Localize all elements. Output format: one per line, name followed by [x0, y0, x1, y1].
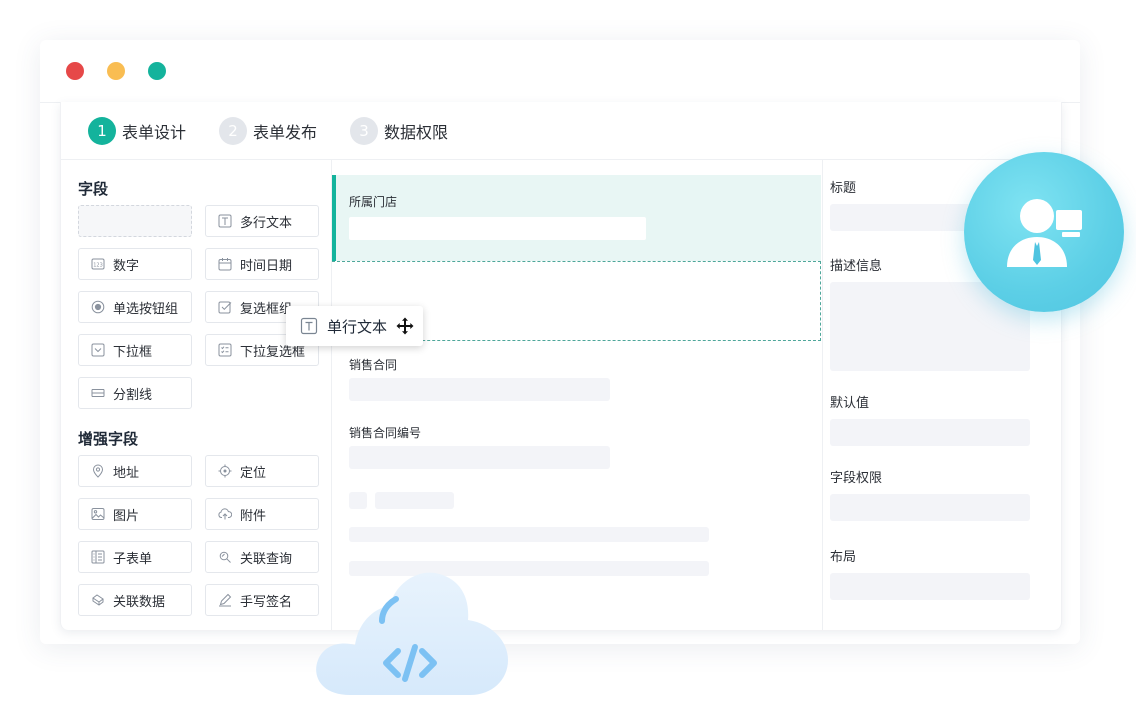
step-bar: 1 表单设计 2 表单发布 3 数据权限 [61, 102, 1061, 160]
field-label: 复选框组 [240, 301, 293, 317]
form-designer-panel: 1 表单设计 2 表单发布 3 数据权限 字段 多行文本 123 数字 时间日期 [60, 102, 1062, 630]
property-description-label: 描述信息 [830, 259, 883, 274]
dragging-field-chip[interactable]: 单行文本 [286, 306, 423, 346]
placeholder-text [375, 492, 454, 509]
radio-icon [91, 300, 105, 314]
step-label: 数据权限 [384, 123, 449, 142]
step-form-design[interactable]: 1 表单设计 [88, 117, 186, 145]
close-window-button[interactable] [66, 62, 84, 80]
field-attachment[interactable]: 附件 [205, 498, 319, 530]
property-layout-input[interactable] [830, 573, 1030, 600]
multiline-text-icon [218, 214, 232, 228]
field-multiline-text[interactable]: 多行文本 [205, 205, 319, 237]
user-avatar-badge [964, 152, 1124, 312]
field-label: 子表单 [113, 551, 153, 567]
property-default-input[interactable] [830, 419, 1030, 446]
step-form-publish[interactable]: 2 表单发布 [219, 117, 317, 145]
field-label: 图片 [113, 508, 140, 524]
crosshair-icon [218, 464, 232, 478]
field-contract-no-input[interactable] [349, 446, 610, 469]
field-label: 单选按钮组 [113, 301, 179, 317]
svg-text:123: 123 [93, 263, 103, 269]
field-label: 分割线 [113, 387, 153, 403]
user-computer-icon [1007, 199, 1082, 267]
pen-icon [218, 593, 232, 607]
enhanced-section-title: 增强字段 [78, 430, 139, 448]
property-permission-label: 字段权限 [830, 471, 883, 486]
calendar-icon [218, 257, 232, 271]
step-number: 2 [219, 117, 247, 145]
step-label: 表单设计 [122, 123, 187, 142]
field-link-data[interactable]: 关联数据 [78, 584, 192, 616]
field-palette: 字段 多行文本 123 数字 时间日期 单选按钮组 复选框组 下拉框 下拉复选框… [61, 160, 332, 630]
field-label: 关联查询 [240, 551, 293, 567]
link-query-icon [218, 550, 232, 564]
drag-chip-label: 单行文本 [327, 317, 388, 336]
placeholder-checkbox [349, 492, 367, 509]
field-store-input[interactable] [349, 217, 646, 240]
number-icon: 123 [91, 257, 105, 271]
field-store-label: 所属门店 [349, 195, 398, 209]
move-cursor-icon [396, 317, 414, 335]
field-contract-label: 销售合同 [349, 358, 398, 372]
field-label: 数字 [113, 258, 140, 274]
field-radio-group[interactable]: 单选按钮组 [78, 291, 192, 323]
field-contract-input[interactable] [349, 378, 610, 401]
property-permission-input[interactable] [830, 494, 1030, 521]
field-positioning[interactable]: 定位 [205, 455, 319, 487]
field-label: 下拉框 [113, 344, 153, 360]
field-divider[interactable]: 分割线 [78, 377, 192, 409]
dropdown-icon [91, 343, 105, 357]
property-default-label: 默认值 [830, 396, 870, 411]
title-bar [40, 40, 1080, 103]
divider-icon [91, 386, 105, 400]
subform-icon [91, 550, 105, 564]
field-signature[interactable]: 手写签名 [205, 584, 319, 616]
step-number: 1 [88, 117, 116, 145]
field-address[interactable]: 地址 [78, 455, 192, 487]
upload-cloud-icon [218, 507, 232, 521]
field-label: 时间日期 [240, 258, 293, 274]
selected-field-store[interactable]: 所属门店 [332, 175, 821, 261]
field-dropdown[interactable]: 下拉框 [78, 334, 192, 366]
field-label: 关联数据 [113, 594, 166, 610]
field-subform[interactable]: 子表单 [78, 541, 192, 573]
fields-section-title: 字段 [78, 180, 109, 198]
field-label: 多行文本 [240, 215, 293, 231]
placeholder-line [349, 527, 709, 542]
minimize-window-button[interactable] [107, 62, 125, 80]
field-label: 地址 [113, 465, 140, 481]
property-title-label: 标题 [830, 181, 857, 196]
field-label: 定位 [240, 465, 267, 481]
code-cloud-icon [316, 572, 508, 695]
step-data-permission[interactable]: 3 数据权限 [350, 117, 448, 145]
maximize-window-button[interactable] [148, 62, 166, 80]
field-link-query[interactable]: 关联查询 [205, 541, 319, 573]
checkbox-icon [218, 300, 232, 314]
field-label: 手写签名 [240, 594, 293, 610]
step-number: 3 [350, 117, 378, 145]
form-canvas: 所属门店 销售合同 销售合同编号 [332, 160, 821, 630]
step-label: 表单发布 [253, 123, 318, 142]
text-field-icon [300, 317, 318, 335]
field-datetime[interactable]: 时间日期 [205, 248, 319, 280]
property-layout-label: 布局 [830, 550, 857, 565]
dropdown-checklist-icon [218, 343, 232, 357]
field-number[interactable]: 123 数字 [78, 248, 192, 280]
field-contract-no-label: 销售合同编号 [349, 426, 422, 440]
location-pin-icon [91, 464, 105, 478]
field-image[interactable]: 图片 [78, 498, 192, 530]
field-label: 附件 [240, 508, 267, 524]
field-placeholder-slot [78, 205, 192, 237]
image-icon [91, 507, 105, 521]
link-data-icon [91, 593, 105, 607]
